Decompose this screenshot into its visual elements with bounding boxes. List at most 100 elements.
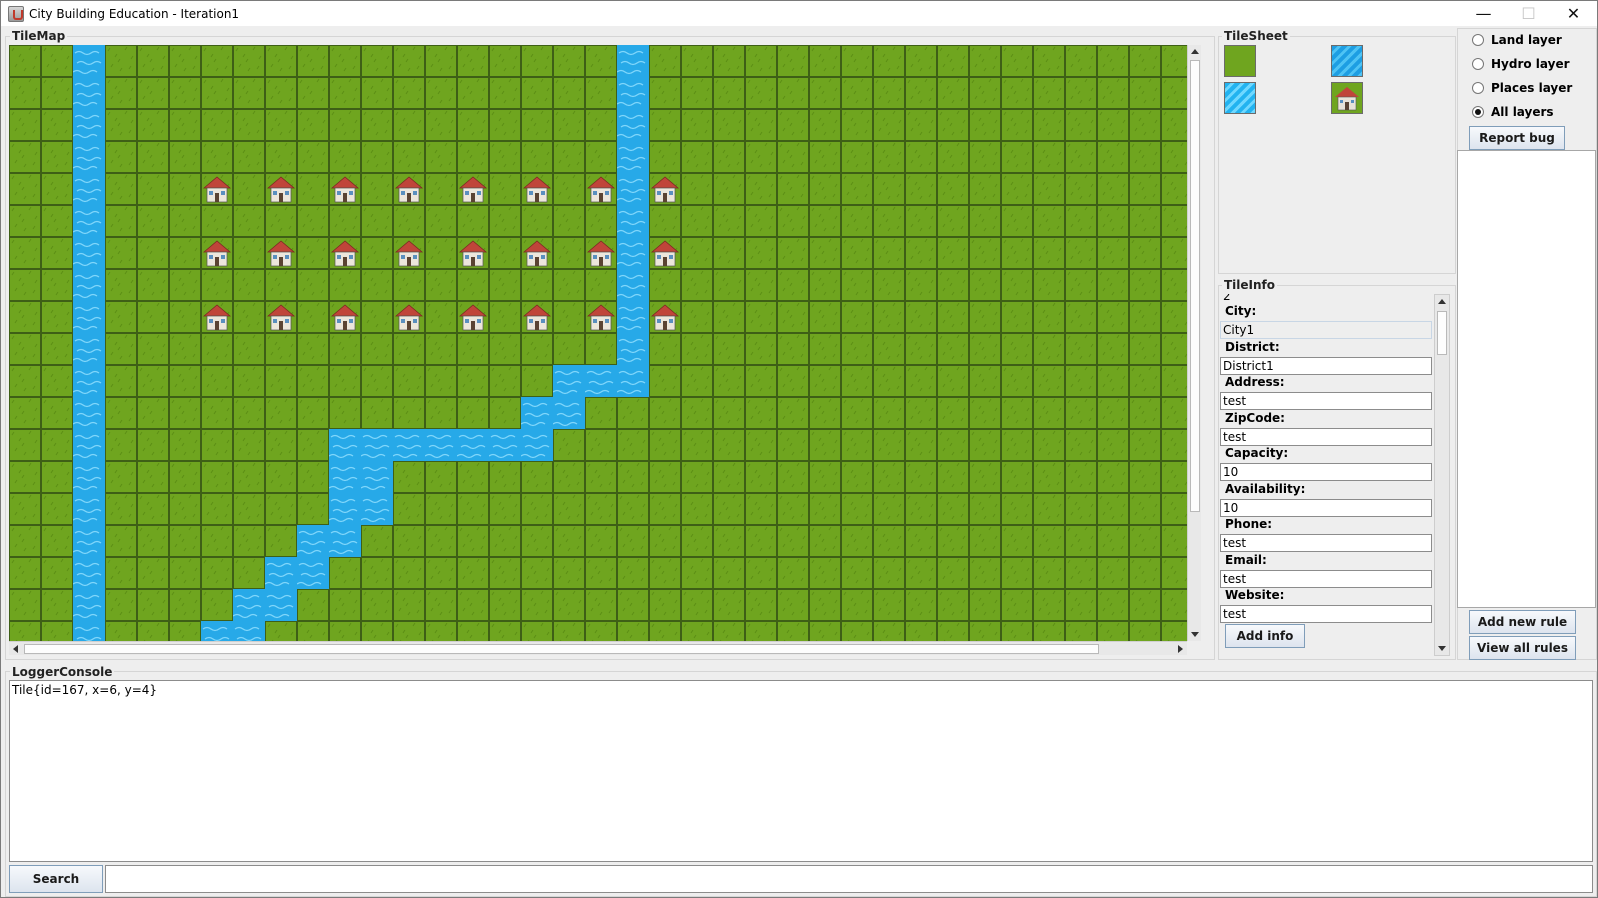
phone-field[interactable]: test	[1220, 534, 1432, 552]
water-tile[interactable]	[617, 269, 649, 301]
water-tile[interactable]	[233, 589, 265, 621]
water-tile[interactable]	[617, 45, 649, 77]
water-tile[interactable]	[73, 141, 105, 173]
website-field[interactable]: test	[1220, 605, 1432, 623]
water-tile[interactable]	[329, 525, 361, 557]
water-tile[interactable]	[297, 525, 329, 557]
scroll-thumb[interactable]	[1437, 311, 1447, 355]
water-tile[interactable]	[73, 621, 105, 641]
water-tile[interactable]	[265, 557, 297, 589]
scroll-left-icon[interactable]	[13, 645, 18, 653]
scroll-down-icon[interactable]	[1438, 646, 1446, 651]
water-tile[interactable]	[73, 301, 105, 333]
water-tile[interactable]	[457, 429, 489, 461]
water-tile[interactable]	[425, 429, 457, 461]
water-tile[interactable]	[489, 429, 521, 461]
scroll-thumb[interactable]	[1190, 60, 1200, 512]
water-tile[interactable]	[73, 557, 105, 589]
rules-list[interactable]	[1457, 150, 1596, 608]
water-tile[interactable]	[393, 429, 425, 461]
water-tile[interactable]	[617, 205, 649, 237]
tilemap-vertical-scrollbar[interactable]	[1187, 45, 1201, 641]
tileinfo-scrollbar[interactable]	[1434, 294, 1450, 656]
address-field[interactable]: test	[1220, 392, 1432, 410]
scroll-thumb[interactable]	[24, 644, 1099, 654]
radio-button-icon[interactable]	[1472, 34, 1484, 46]
water-tile[interactable]	[297, 557, 329, 589]
water-tile[interactable]	[73, 205, 105, 237]
water-tile[interactable]	[521, 429, 553, 461]
grass-layer[interactable]	[9, 45, 1193, 641]
water-tile[interactable]	[73, 237, 105, 269]
view-all-rules-button[interactable]: View all rules	[1469, 636, 1576, 660]
scroll-right-icon[interactable]	[1178, 645, 1183, 653]
water-tile[interactable]	[73, 77, 105, 109]
capacity-field[interactable]: 10	[1220, 463, 1432, 481]
water-tile[interactable]	[617, 77, 649, 109]
water-tile[interactable]	[73, 173, 105, 205]
add-new-rule-button[interactable]: Add new rule	[1469, 610, 1576, 634]
water-tile[interactable]	[521, 397, 553, 429]
water-tile[interactable]	[617, 141, 649, 173]
scroll-up-icon[interactable]	[1438, 299, 1446, 304]
house-tile-swatch[interactable]	[1331, 82, 1363, 114]
radio-button-icon[interactable]	[1472, 106, 1484, 118]
zipcode-field[interactable]: test	[1220, 427, 1432, 446]
email-field[interactable]: test	[1220, 569, 1432, 588]
availability-field[interactable]: 10	[1220, 498, 1432, 517]
tilemap-canvas[interactable]	[9, 45, 1195, 641]
water-tile[interactable]	[361, 461, 393, 493]
radio-button-icon[interactable]	[1472, 82, 1484, 94]
water-tile-swatch[interactable]	[1331, 45, 1363, 77]
water-tile[interactable]	[73, 525, 105, 557]
water-tile[interactable]	[617, 237, 649, 269]
layer-option-all[interactable]: All layers	[1472, 103, 1554, 121]
water-tile[interactable]	[73, 461, 105, 493]
house-icon	[1335, 87, 1359, 111]
water-tile[interactable]	[73, 429, 105, 461]
city-field[interactable]: City1	[1220, 321, 1432, 339]
logger-console[interactable]: Tile{id=167, x=6, y=4}	[9, 680, 1593, 862]
water-tile[interactable]	[265, 589, 297, 621]
water-tile[interactable]	[617, 173, 649, 205]
district-field[interactable]: District1	[1220, 356, 1432, 375]
water-tile[interactable]	[73, 269, 105, 301]
water-tile[interactable]	[73, 365, 105, 397]
water-tile[interactable]	[233, 621, 265, 641]
tilemap-horizontal-scrollbar[interactable]	[9, 641, 1187, 655]
tilemap-grid[interactable]	[9, 45, 1195, 641]
water-tile[interactable]	[329, 461, 361, 493]
scroll-down-icon[interactable]	[1191, 632, 1199, 637]
water-tile[interactable]	[617, 301, 649, 333]
water-tile[interactable]	[201, 621, 233, 641]
water-tile[interactable]	[73, 589, 105, 621]
search-button[interactable]: Search	[9, 865, 103, 893]
radio-button-icon[interactable]	[1472, 58, 1484, 70]
water-tile[interactable]	[361, 493, 393, 525]
water-tile[interactable]	[617, 333, 649, 365]
water-tile[interactable]	[73, 493, 105, 525]
close-button[interactable]: ✕	[1551, 1, 1596, 26]
water-tile[interactable]	[617, 109, 649, 141]
water-tile[interactable]	[73, 109, 105, 141]
add-info-button[interactable]: Add info	[1225, 623, 1305, 648]
water-tile[interactable]	[73, 397, 105, 429]
water-tile[interactable]	[329, 493, 361, 525]
report-bug-button[interactable]: Report bug	[1469, 126, 1565, 150]
water-tile[interactable]	[617, 365, 649, 397]
layer-option-places[interactable]: Places layer	[1472, 79, 1572, 97]
minimize-button[interactable]: —	[1461, 1, 1506, 26]
water-tile[interactable]	[329, 429, 361, 461]
layer-option-land[interactable]: Land layer	[1472, 31, 1562, 49]
water-tile[interactable]	[553, 365, 585, 397]
grass-tile-swatch[interactable]	[1224, 45, 1256, 77]
water-tile[interactable]	[73, 45, 105, 77]
scroll-up-icon[interactable]	[1191, 49, 1199, 54]
search-input[interactable]	[105, 865, 1593, 893]
layer-option-hydro[interactable]: Hydro layer	[1472, 55, 1570, 73]
water-tile[interactable]	[361, 429, 393, 461]
water-tile[interactable]	[585, 365, 617, 397]
water-light-tile-swatch[interactable]	[1224, 82, 1256, 114]
water-tile[interactable]	[553, 397, 585, 429]
water-tile[interactable]	[73, 333, 105, 365]
